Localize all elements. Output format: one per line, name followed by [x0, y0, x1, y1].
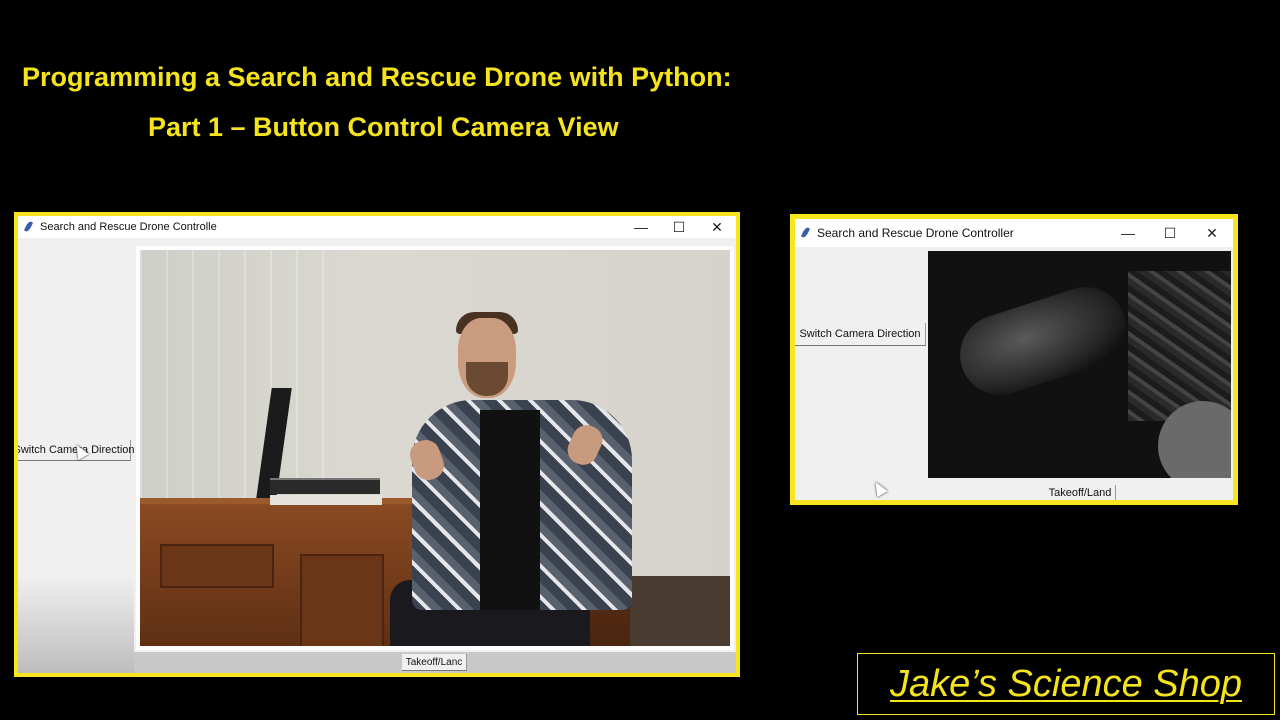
brand-name: Jake’s Science Shop — [889, 662, 1243, 705]
maximize-icon[interactable]: ☐ — [1149, 219, 1191, 247]
close-icon[interactable]: ✕ — [1191, 219, 1233, 247]
window-controls: — ☐ ✕ — [1107, 219, 1233, 247]
window-title: Search and Rescue Drone Controller — [817, 226, 1014, 240]
controller-window-large: Search and Rescue Drone Controlle — ☐ ✕ — [14, 212, 740, 677]
titlebar[interactable]: Search and Rescue Drone Controller — ☐ ✕ — [795, 219, 1233, 247]
window-body: Search and Rescue Drone Controlle — ☐ ✕ — [18, 216, 736, 673]
controller-window-small: Search and Rescue Drone Controller — ☐ ✕… — [790, 214, 1238, 505]
minimize-icon[interactable]: — — [622, 216, 660, 238]
heading-line-2: Part 1 – Button Control Camera View — [148, 112, 619, 142]
camera-view — [136, 246, 734, 650]
window-controls: — ☐ ✕ — [622, 216, 736, 238]
close-icon[interactable]: ✕ — [698, 216, 736, 238]
switch-camera-direction-button[interactable]: Switch Camera Direction — [795, 323, 926, 346]
takeoff-land-button[interactable]: Takeoff/Land — [1045, 485, 1116, 500]
mouse-pointer-icon — [870, 478, 888, 498]
camera-view — [928, 251, 1231, 478]
titlebar[interactable]: Search and Rescue Drone Controlle — ☐ ✕ — [18, 216, 736, 238]
heading-line-1: Programming a Search and Rescue Drone wi… — [22, 62, 732, 92]
minimize-icon[interactable]: — — [1107, 219, 1149, 247]
brand-box: Jake’s Science Shop — [857, 653, 1275, 715]
camera-feed-image — [140, 250, 730, 646]
camera-feed-image — [949, 276, 1137, 406]
maximize-icon[interactable]: ☐ — [660, 216, 698, 238]
window-title: Search and Rescue Drone Controlle — [40, 221, 217, 233]
feather-icon — [801, 227, 809, 239]
side-panel-fade — [18, 576, 134, 673]
feather-icon — [24, 221, 32, 233]
window-body: Search and Rescue Drone Controller — ☐ ✕… — [795, 219, 1233, 500]
takeoff-land-button[interactable]: Takeoff/Lanc — [402, 654, 467, 671]
